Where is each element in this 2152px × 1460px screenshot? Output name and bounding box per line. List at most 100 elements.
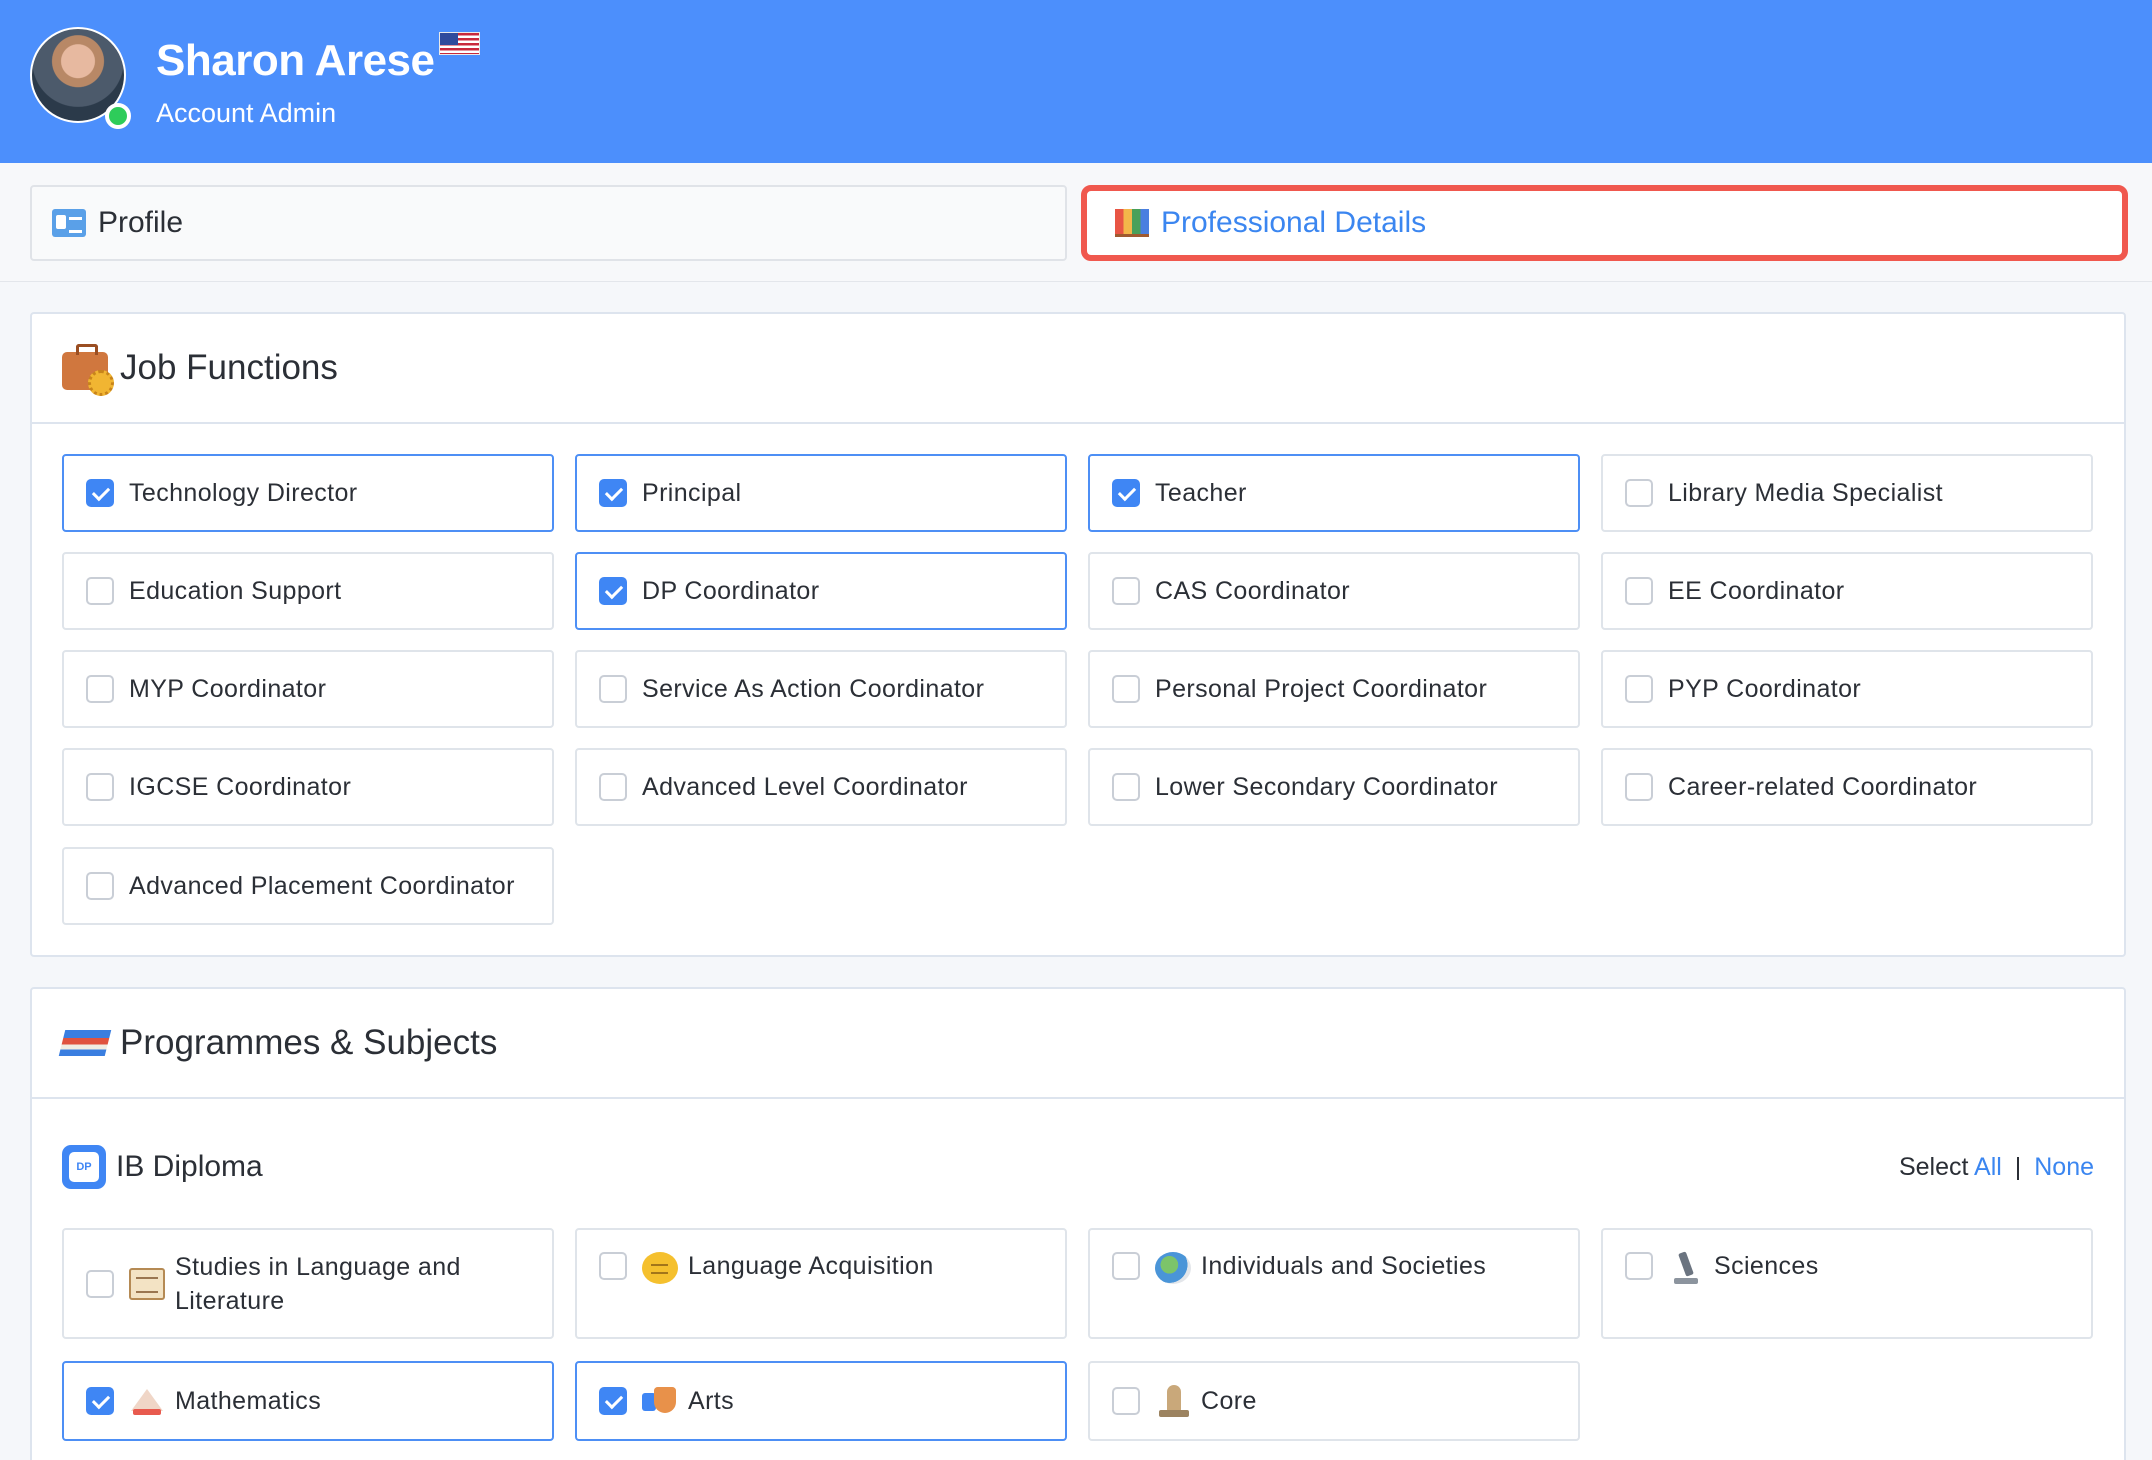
checkbox-checked[interactable]	[599, 1387, 627, 1415]
job-personal-project-coordinator[interactable]: Personal Project Coordinator	[1088, 650, 1580, 728]
job-label: Teacher	[1155, 478, 1247, 507]
checkbox[interactable]	[599, 773, 627, 801]
statue-icon	[1155, 1385, 1191, 1417]
select-separator: |	[2014, 1152, 2022, 1181]
checkbox[interactable]	[1112, 1252, 1140, 1280]
subject-arts[interactable]: Arts	[575, 1361, 1067, 1441]
checkbox[interactable]	[1625, 675, 1653, 703]
subject-label: Arts	[688, 1386, 735, 1415]
ib-diploma-title: IB Diploma	[116, 1150, 263, 1183]
job-library-media-specialist[interactable]: Library Media Specialist	[1601, 454, 2093, 532]
checkbox-checked[interactable]	[599, 479, 627, 507]
job-label: CAS Coordinator	[1155, 576, 1350, 605]
id-card-icon	[52, 209, 86, 237]
select-label: Select	[1898, 1152, 1969, 1181]
checkbox[interactable]	[1625, 773, 1653, 801]
checkbox[interactable]	[1625, 479, 1653, 507]
select-links: Select All | None	[1899, 1153, 2094, 1182]
job-technology-director[interactable]: Technology Director	[62, 454, 554, 532]
triangle-ruler-icon	[129, 1385, 165, 1417]
job-ee-coordinator[interactable]: EE Coordinator	[1601, 552, 2093, 630]
ib-diploma-row: DP IB Diploma Select All | None	[62, 1143, 2094, 1191]
subject-individuals-and-societies[interactable]: Individuals and Societies	[1088, 1228, 1580, 1339]
checkbox[interactable]	[1625, 1252, 1653, 1280]
job-label: Principal	[642, 478, 742, 507]
us-flag-icon	[439, 32, 480, 55]
job-functions-title: Job Functions	[120, 348, 338, 387]
job-career-related-coordinator[interactable]: Career-related Coordinator	[1601, 748, 2093, 826]
subject-label-line2: Literature	[175, 1286, 285, 1315]
checkbox[interactable]	[86, 675, 114, 703]
job-myp-coordinator[interactable]: MYP Coordinator	[62, 650, 554, 728]
job-advanced-placement-coordinator[interactable]: Advanced Placement Coordinator	[62, 847, 554, 925]
user-role: Account Admin	[156, 98, 337, 128]
subject-label: Language Acquisition	[688, 1252, 934, 1280]
profile-header: Sharon Arese Account Admin	[0, 0, 2152, 163]
subject-label: Mathematics	[175, 1386, 322, 1415]
job-principal[interactable]: Principal	[575, 454, 1067, 532]
subject-label: Individuals and Societies	[1201, 1252, 1487, 1280]
job-dp-coordinator[interactable]: DP Coordinator	[575, 552, 1067, 630]
job-label: PYP Coordinator	[1668, 674, 1862, 703]
job-education-support[interactable]: Education Support	[62, 552, 554, 630]
programmes-header: Programmes & Subjects	[32, 989, 2124, 1099]
subject-mathematics[interactable]: Mathematics	[62, 1361, 554, 1441]
select-none-link[interactable]: None	[2034, 1153, 2094, 1181]
scroll-icon	[129, 1267, 165, 1300]
checkbox-checked[interactable]	[86, 479, 114, 507]
tab-professional-details[interactable]: Professional Details	[1081, 185, 2128, 261]
checkbox-checked[interactable]	[1112, 479, 1140, 507]
ib-diploma-icon: DP	[62, 1145, 106, 1189]
checkbox-checked[interactable]	[86, 1387, 114, 1415]
job-advanced-level-coordinator[interactable]: Advanced Level Coordinator	[575, 748, 1067, 826]
subject-label: Core	[1201, 1386, 1257, 1415]
dp-badge: DP	[69, 1152, 99, 1182]
checkbox-checked[interactable]	[599, 577, 627, 605]
checkbox[interactable]	[1112, 577, 1140, 605]
tab-profile-label: Profile	[98, 206, 184, 239]
job-pyp-coordinator[interactable]: PYP Coordinator	[1601, 650, 2093, 728]
job-label: MYP Coordinator	[129, 674, 327, 703]
job-cas-coordinator[interactable]: CAS Coordinator	[1088, 552, 1580, 630]
job-service-as-action-coordinator[interactable]: Service As Action Coordinator	[575, 650, 1067, 728]
user-name: Sharon Arese	[156, 36, 435, 85]
job-label: Service As Action Coordinator	[642, 674, 985, 703]
subject-label: Studies in Language and Literature	[175, 1250, 461, 1318]
checkbox[interactable]	[1112, 1387, 1140, 1415]
checkbox[interactable]	[1625, 577, 1653, 605]
job-label: Education Support	[129, 576, 342, 605]
checkbox[interactable]	[86, 577, 114, 605]
job-label: Advanced Level Coordinator	[642, 772, 968, 801]
theater-masks-icon	[642, 1385, 678, 1417]
briefcase-icon	[62, 344, 114, 396]
books-icon	[1115, 209, 1149, 237]
checkbox[interactable]	[86, 1269, 114, 1298]
job-label: Technology Director	[129, 478, 358, 507]
checkbox[interactable]	[599, 675, 627, 703]
job-label: Advanced Placement Coordinator	[129, 871, 515, 900]
job-label: Personal Project Coordinator	[1155, 674, 1488, 703]
globe-icon	[1155, 1252, 1191, 1284]
speech-bubble-icon	[642, 1252, 678, 1284]
job-igcse-coordinator[interactable]: IGCSE Coordinator	[62, 748, 554, 826]
checkbox[interactable]	[599, 1252, 627, 1280]
checkbox[interactable]	[1112, 773, 1140, 801]
job-lower-secondary-coordinator[interactable]: Lower Secondary Coordinator	[1088, 748, 1580, 826]
job-label: Lower Secondary Coordinator	[1155, 772, 1498, 801]
job-teacher[interactable]: Teacher	[1088, 454, 1580, 532]
job-label: EE Coordinator	[1668, 576, 1845, 605]
subject-core[interactable]: Core	[1088, 1361, 1580, 1441]
online-status-dot	[105, 103, 131, 129]
tab-profile[interactable]: Profile	[30, 185, 1067, 261]
books-stack-icon	[58, 1030, 112, 1056]
subject-label: Sciences	[1714, 1252, 1819, 1280]
subject-language-acquisition[interactable]: Language Acquisition	[575, 1228, 1067, 1339]
subject-studies-in-language-and-literature[interactable]: Studies in Language and Literature	[62, 1228, 554, 1339]
checkbox[interactable]	[86, 773, 114, 801]
tab-professional-details-label: Professional Details	[1161, 206, 1427, 239]
job-label: Career-related Coordinator	[1668, 772, 1978, 801]
checkbox[interactable]	[86, 872, 114, 900]
checkbox[interactable]	[1112, 675, 1140, 703]
select-all-link[interactable]: All	[1974, 1153, 2002, 1181]
subject-sciences[interactable]: Sciences	[1601, 1228, 2093, 1339]
